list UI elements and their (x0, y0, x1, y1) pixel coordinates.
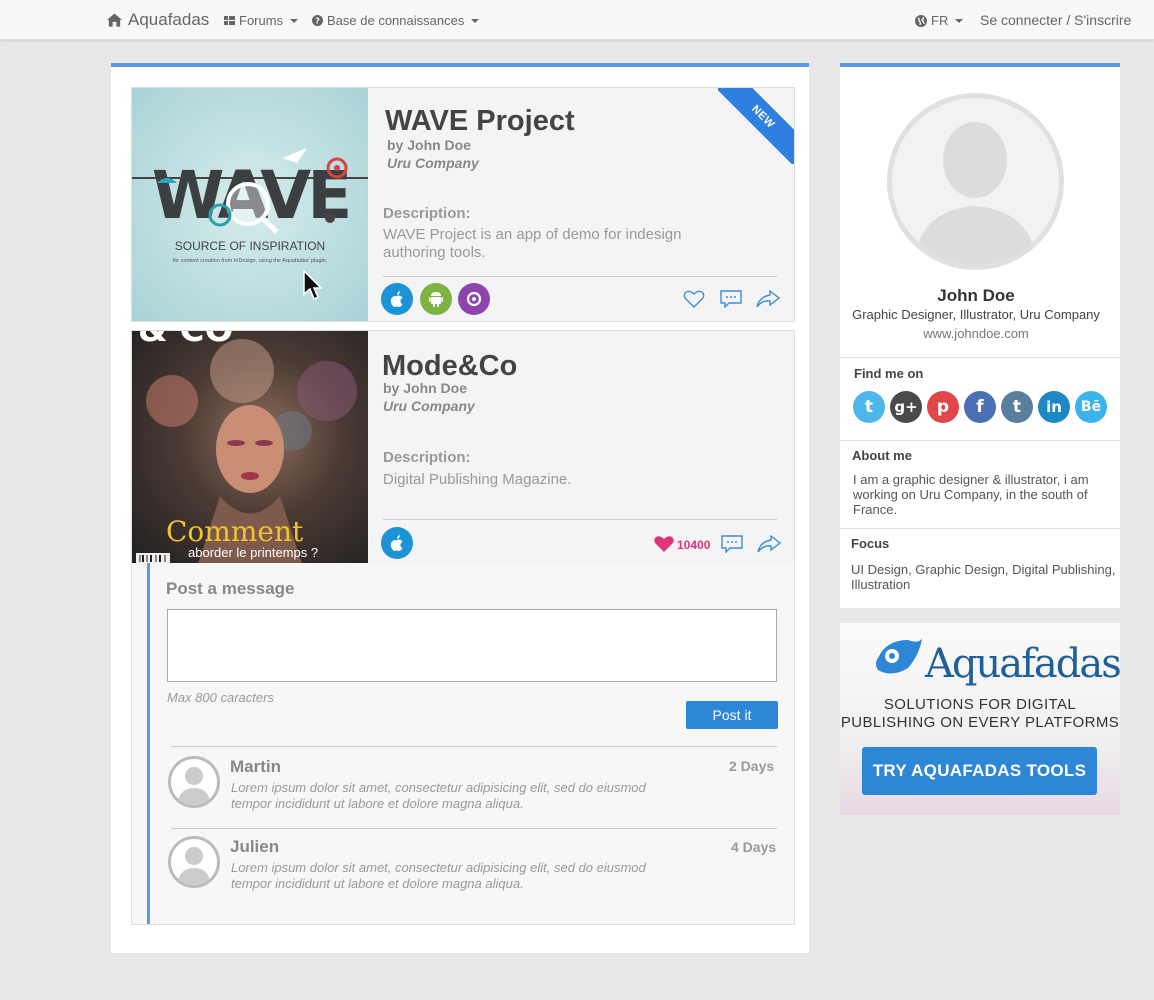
project-title[interactable]: WAVE Project (385, 105, 575, 138)
find-me-heading: Find me on (854, 366, 924, 381)
apple-icon[interactable] (381, 283, 413, 315)
project-title[interactable]: Mode&Co (382, 350, 517, 383)
profile-avatar (887, 93, 1064, 270)
comment-text: Lorem ipsum dolor sit amet, consectetur … (231, 860, 646, 891)
divider (840, 528, 1120, 529)
linkedin-icon[interactable]: in (1038, 391, 1070, 423)
like-heart-icon[interactable] (653, 535, 677, 555)
project-description: Digital Publishing Magazine. (383, 471, 572, 488)
ad-brand: Aquafadas (925, 641, 1120, 687)
comments-accent-bar (147, 563, 150, 924)
profile-sidebar: John Doe Graphic Designer, Illustrator, … (840, 63, 1120, 608)
max-characters-hint: Max 800 caracters (167, 690, 274, 705)
try-tools-button[interactable]: TRY AQUAFADAS TOOLS (862, 747, 1097, 795)
ad-line2: PUBLISHING ON EVERY PLATFORMS (840, 714, 1120, 731)
behance-icon[interactable]: Bē (1075, 391, 1107, 423)
divider (171, 746, 777, 747)
divider (383, 276, 777, 277)
globe-icon (915, 14, 927, 27)
tumblr-icon[interactable]: t (1001, 391, 1033, 423)
brand-link[interactable]: Aquafadas (107, 10, 209, 30)
new-badge: NEW (718, 88, 794, 164)
project-card[interactable]: WAVE SOURCE OF INSPIRATION for content c… (131, 87, 795, 322)
post-it-button[interactable]: Post it (686, 701, 778, 729)
comments-section: Post a message Max 800 caracters Post it… (131, 563, 795, 925)
aquafadas-icon[interactable] (458, 283, 490, 315)
comment-author[interactable]: Julien (230, 837, 279, 857)
aquafadas-fish-logo (876, 638, 922, 674)
project-company: Uru Company (383, 398, 475, 414)
comment-icon[interactable] (721, 535, 745, 555)
message-textarea[interactable] (167, 609, 777, 682)
comment-text: Lorem ipsum dolor sit amet, consectetur … (231, 780, 646, 811)
knowledge-base-dropdown[interactable]: ? Base de connaissances (312, 13, 480, 28)
mouse-cursor-icon (303, 270, 323, 301)
chevron-down-icon (955, 18, 964, 23)
post-message-heading: Post a message (166, 579, 295, 598)
project-cover-image[interactable]: & CO Comment aborder le printemps ? (132, 331, 368, 564)
knowledge-base-label: Base de connaissances (327, 13, 465, 28)
modeco-cover-illustration: & CO Comment aborder le printemps ? (136, 331, 357, 564)
divider (383, 519, 777, 520)
project-description: WAVE Project is an app of demo for indes… (383, 226, 682, 261)
cover-subtitle: SOURCE OF INSPIRATION (175, 239, 325, 253)
language-dropdown[interactable]: FR (915, 13, 964, 28)
avatar[interactable] (168, 836, 220, 888)
chevron-down-icon (290, 18, 299, 23)
share-icon[interactable] (756, 289, 781, 310)
pinterest-icon[interactable]: p (927, 391, 959, 423)
language-label: FR (931, 13, 949, 28)
cover-caption: for content creation from InDesign, usin… (173, 258, 328, 264)
facebook-icon[interactable]: f (964, 391, 996, 423)
divider (840, 440, 1120, 441)
question-circle-icon: ? (312, 15, 323, 26)
cover-top-text: & CO (138, 331, 233, 350)
forums-label: Forums (239, 13, 284, 28)
aquafadas-ad-banner[interactable]: Aquafadas SOLUTIONS FOR DIGITAL PUBLISHI… (840, 623, 1120, 815)
project-card[interactable]: & CO Comment aborder le printemps ? Mode… (131, 330, 795, 565)
about-text: I am a graphic designer & illustrator, i… (853, 472, 1089, 517)
cover-subtitle: aborder le printemps ? (188, 545, 318, 560)
project-cover-image[interactable]: WAVE SOURCE OF INSPIRATION for content c… (132, 88, 368, 321)
description-label: Description: (383, 205, 471, 222)
project-company: Uru Company (387, 155, 479, 171)
social-links: t g+ p f t in Bē (853, 391, 1107, 423)
share-icon[interactable] (757, 534, 782, 555)
ad-line1: SOLUTIONS FOR DIGITAL (883, 696, 1077, 713)
comment-icon[interactable] (720, 290, 744, 310)
cover-title: Comment (166, 515, 304, 548)
description-label: Description: (383, 449, 471, 466)
comment-time: 2 Days (729, 758, 775, 774)
top-navbar: Aquafadas Forums ? Base de connaissances… (0, 0, 1154, 40)
apple-icon[interactable] (381, 527, 413, 559)
about-heading: About me (852, 448, 912, 463)
google-plus-icon[interactable]: g+ (890, 391, 922, 423)
like-heart-icon[interactable] (683, 290, 707, 310)
profile-name: John Doe (937, 286, 1015, 305)
svg-text:?: ? (315, 16, 320, 26)
brand-name: Aquafadas (128, 10, 210, 29)
project-author: by John Doe (383, 380, 468, 396)
profile-role: Graphic Designer, Illustrator, Uru Compa… (852, 307, 1100, 322)
grid-icon (224, 15, 235, 25)
focus-text: UI Design, Graphic Design, Digital Publi… (851, 562, 1116, 592)
divider (840, 357, 1120, 358)
project-author: by John Doe (387, 137, 472, 153)
new-badge-label: NEW (718, 88, 794, 164)
avatar[interactable] (168, 756, 220, 808)
focus-heading: Focus (851, 536, 890, 551)
login-link[interactable]: Se connecter / S'inscrire (980, 12, 1131, 28)
like-count: 10400 (677, 538, 711, 552)
comment-author[interactable]: Martin (230, 757, 281, 777)
wave-cover-illustration: WAVE SOURCE OF INSPIRATION for content c… (132, 148, 368, 264)
home-icon (107, 13, 122, 27)
twitter-icon[interactable]: t (853, 391, 885, 423)
forums-dropdown[interactable]: Forums (224, 13, 299, 28)
android-icon[interactable] (420, 283, 452, 315)
divider (171, 828, 777, 829)
comment-time: 4 Days (731, 839, 777, 855)
chevron-down-icon (471, 18, 480, 23)
profile-website-link[interactable]: www.johndoe.com (840, 326, 1112, 341)
